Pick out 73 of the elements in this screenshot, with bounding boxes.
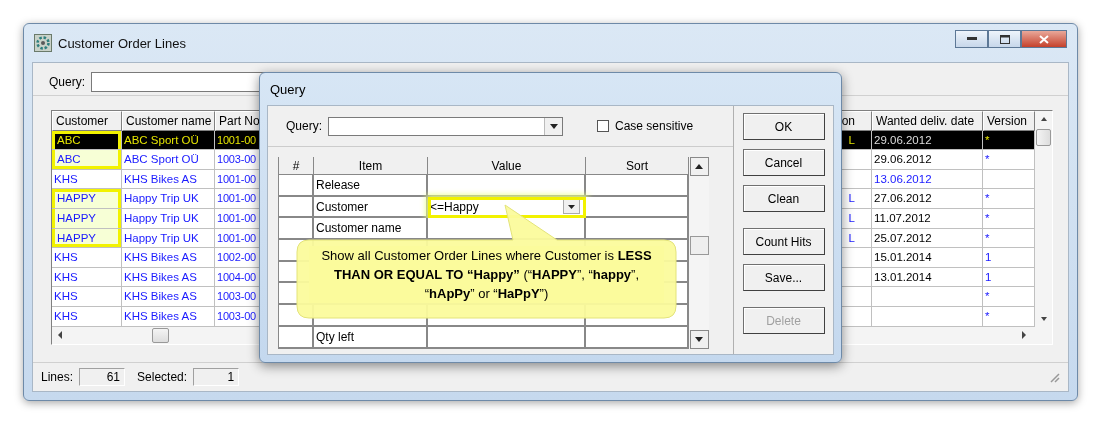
column-header: Item (314, 157, 428, 175)
dialog-button[interactable]: Count Hits (742, 228, 825, 255)
scrollbar-thumb[interactable] (152, 327, 169, 343)
table-cell: Customer name (314, 218, 428, 241)
table-cell: KHS (52, 248, 122, 268)
query-combo[interactable] (328, 116, 563, 136)
table-cell: KHS (52, 306, 122, 327)
table-cell: * (983, 130, 1035, 151)
table-cell: Customer (314, 196, 428, 219)
table-cell: KHS Bikes AS (122, 306, 215, 327)
scrollbar-thumb[interactable] (1036, 129, 1051, 146)
minimize-button[interactable] (955, 30, 988, 48)
table-cell: 27.06.2012 (872, 189, 983, 209)
maximize-button[interactable] (988, 30, 1021, 48)
minimize-icon (966, 37, 977, 41)
dialog-button[interactable]: OK (742, 113, 825, 140)
table-cell: KHS Bikes AS (122, 248, 215, 268)
table-cell: KHS Bikes AS (122, 267, 215, 288)
table-cell: HAPPY (52, 208, 122, 229)
table-cell: 13.01.2014 (872, 267, 983, 288)
resize-grip-icon[interactable] (1048, 371, 1060, 383)
table-cell: Release (314, 175, 428, 197)
selected-count: 1 (193, 368, 240, 386)
maximize-icon (999, 34, 1010, 44)
table-cell: ABC (52, 130, 122, 151)
dropdown-arrow-icon[interactable] (549, 123, 558, 129)
column-header: Value (428, 157, 586, 175)
column-header[interactable]: Customer (52, 111, 122, 131)
dialog-title: Query (269, 80, 307, 99)
table-cell: Qty left (314, 326, 428, 349)
table-cell: HAPPY (52, 228, 122, 249)
case-sensitive-label[interactable]: Case sensitive (615, 119, 694, 133)
table-cell: 11.07.2012 (872, 208, 983, 229)
table-cell: Happy Trip UK (122, 228, 215, 249)
table-cell: Happy Trip UK (122, 189, 215, 209)
query-label: Query: (49, 75, 85, 89)
app-icon (34, 34, 52, 52)
vertical-scrollbar[interactable] (689, 157, 709, 349)
table-cell: 13.06.2012 (872, 169, 983, 190)
table-cell: ABC (52, 150, 122, 170)
column-header: Sort (586, 157, 689, 175)
table-cell: Happy Trip UK (122, 208, 215, 229)
dialog-button[interactable]: Save... (742, 264, 825, 291)
selected-label: Selected: (137, 370, 188, 384)
window-title: Customer Order Lines (58, 35, 186, 51)
callout-text: Show all Customer Order Lines where Customer is LESS THAN OR EQUAL TO “Happy” (“HAPPY”, “happy”, “hApPy” or “HaPpY”) (309, 246, 664, 303)
dropdown-arrow-icon[interactable] (568, 204, 575, 209)
table-cell: HAPPY (52, 189, 122, 209)
column-header[interactable]: Wanted deliv. date (872, 111, 983, 131)
table-cell: KHS (52, 287, 122, 307)
vertical-scrollbar[interactable] (1035, 111, 1052, 327)
close-button[interactable] (1021, 30, 1067, 48)
case-sensitive-checkbox[interactable] (597, 120, 609, 132)
table-cell: 29.06.2012 (872, 150, 983, 170)
table-cell: KHS (52, 267, 122, 288)
table-cell: 29.06.2012 (872, 130, 983, 151)
table-cell: ABC Sport OÜ (122, 150, 215, 170)
column-header[interactable]: Version (983, 111, 1035, 131)
table-cell: ABC Sport OÜ (122, 130, 215, 151)
table-cell: KHS Bikes AS (122, 287, 215, 307)
lines-count: 61 (79, 368, 126, 386)
lines-label: Lines: (41, 370, 74, 384)
table-cell: 25.07.2012 (872, 228, 983, 249)
close-icon (1039, 34, 1049, 44)
column-header: # (279, 157, 314, 175)
scrollbar-thumb[interactable] (689, 236, 709, 255)
table-cell: KHS Bikes AS (122, 169, 215, 190)
table-cell: 15.01.2014 (872, 248, 983, 268)
column-header[interactable]: Customer name (122, 111, 215, 131)
dialog-button[interactable]: Clean (742, 185, 825, 212)
scroll-up-icon[interactable] (695, 164, 703, 169)
dialog-button[interactable]: Cancel (742, 149, 825, 176)
scroll-down-icon[interactable] (695, 336, 703, 342)
